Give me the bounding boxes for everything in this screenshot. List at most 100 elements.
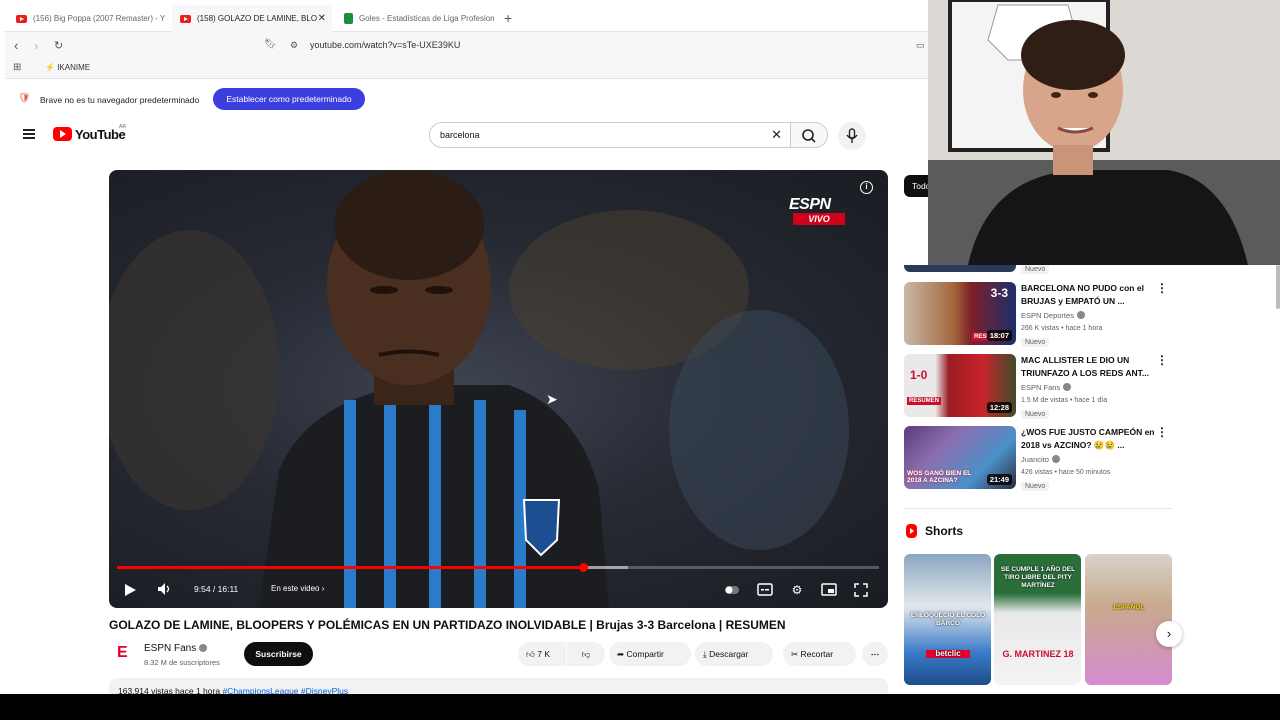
recommendation-title[interactable]: MAC ALLISTER LE DIO UN TRIUNFAZO A LOS R… [1021,354,1159,380]
verified-icon [199,644,208,652]
tab-golazo-de-lamine[interactable]: (158) GOLAZO DE LAMINE, BLO ✕ [172,5,332,32]
autoplay-toggle[interactable] [722,580,742,600]
menu-icon[interactable] [23,129,35,139]
channel-avatar[interactable] [109,640,137,668]
search-button[interactable] [790,122,828,148]
more-vertical-icon[interactable]: ⋮ [1156,426,1168,438]
subscribe-button[interactable]: Suscribirse [244,642,313,666]
settings-gear-icon[interactable]: ⚙︎ [787,580,807,600]
subtitles-icon[interactable] [755,580,775,600]
brave-lion-icon: 🛡︎ [18,93,31,104]
volume-icon[interactable] [157,582,171,596]
recommendation-channel: ESPN Deportes [1021,311,1085,320]
short-video[interactable]: ESPAÑOL [1085,554,1172,685]
clear-search-icon[interactable]: ✕ [771,127,782,143]
download-icon: ⤓ [703,649,707,659]
video-player[interactable]: ESPN VIVO i ➤ 9:54 / 16:11 En este video… [109,170,888,608]
youtube-icon [16,14,27,23]
scrollbar[interactable] [1276,265,1280,309]
recommendation-item[interactable]: WOS GANÓ BIEN EL 2018 A AZCINA? 21:49 ¿W… [904,426,1174,492]
search-input[interactable]: barcelona ✕ [429,122,791,148]
share-button[interactable]: ➦ Compartir [609,642,691,666]
short-video[interactable]: SE CUMPLE 1 AÑO DEL TIRO LIBRE DEL PITY … [994,554,1081,685]
like-count: 7 K [537,649,551,659]
channel-label: ESPN Fans [1021,383,1061,392]
bookmark-label: IKANIME [57,63,91,72]
back-icon[interactable]: ‹ [14,38,18,53]
new-badge: Nuevo [1021,338,1050,347]
forward-icon[interactable]: › [34,38,38,53]
chevron-right-icon[interactable]: › [1156,621,1182,647]
bookmark-ikanime[interactable]: ⚡ IKANIME [45,63,90,72]
live-label: VIVO [793,213,845,225]
short-caption: ENLOQUECIÓ EL COLO BARCO [910,612,986,627]
clip-button[interactable]: ✂ Recortar [783,642,856,666]
reload-icon[interactable]: ↻ [54,39,63,52]
browser-tab-strip: (156) Big Poppa (2007 Remaster) - Y (158… [0,5,930,32]
short-caption: SE CUMPLE 1 AÑO DEL TIRO LIBRE DEL PITY … [1000,566,1076,589]
tab-big-poppa[interactable]: (156) Big Poppa (2007 Remaster) - Y [8,5,168,32]
progress-bar[interactable] [117,563,879,572]
microphone-icon [846,128,858,143]
url-field[interactable]: youtube.com/watch?v=sTe-UXE39KU [310,40,460,50]
thumbs-up-icon: 👍︎ [526,649,535,659]
left-edge [0,0,5,694]
like-button[interactable]: 👍︎ 7 K [518,642,566,666]
more-vertical-icon[interactable]: ⋮ [1156,354,1168,366]
verified-icon [1063,383,1072,391]
more-horizontal-icon: ⋯ [870,649,880,659]
short-caption: ESPAÑOL [1113,604,1145,611]
recommendation-title[interactable]: BARCELONA NO PUDO con el BRUJAS y EMPATÓ… [1021,282,1159,308]
channel-name[interactable]: ESPN Fans [144,643,208,654]
time-total: 16:11 [217,584,239,594]
short-video[interactable]: ENLOQUECIÓ EL COLO BARCO betclic [904,554,991,685]
video-thumbnail[interactable]: 3-3 RESUMEN 18:07 [904,282,1016,345]
video-thumbnail[interactable]: 1-0 RESUMEN 12:28 [904,354,1016,417]
verified-icon [1076,311,1085,319]
tab-goles-estadisticas[interactable]: Goles - Estadísticas de Liga Profesion [336,5,496,32]
shorts-icon [906,524,917,538]
more-vertical-icon[interactable]: ⋮ [1156,282,1168,294]
miniplayer-icon[interactable] [819,580,839,600]
info-icon[interactable]: i [860,181,873,194]
site-settings-icon[interactable]: ⚙︎ [290,40,298,51]
apps-grid-icon[interactable]: ⊞ [13,62,21,73]
partial-thumbnail[interactable] [904,265,1016,272]
player-controls: 9:54 / 16:11 En este video › ⚙︎ [109,574,888,608]
new-tab-icon[interactable]: + [504,10,512,26]
video-title: GOLAZO DE LAMINE, BLOOPERS Y POLÉMICAS E… [109,618,786,632]
time-current: 9:54 [194,584,211,594]
duration: 18:07 [986,330,1012,341]
search-icon [802,129,816,143]
set-default-button[interactable]: Establecer como predeterminado [213,88,365,110]
video-thumbnail[interactable]: WOS GANÓ BIEN EL 2018 A AZCINA? 21:49 [904,426,1016,489]
country-code: AR [119,124,126,130]
thumbs-down-icon: 👎︎ [581,649,591,659]
youtube-logo-text[interactable]: YouTube [75,127,126,142]
thumbnail-text: WOS GANÓ BIEN EL 2018 A AZCINA? [907,470,972,484]
tab-title: Goles - Estadísticas de Liga Profesion [359,14,495,23]
duration: 12:28 [986,402,1012,413]
progress-scrubber[interactable] [578,563,588,572]
webcam-person [928,0,1280,265]
extension-icon[interactable]: ▭ [916,40,925,51]
short-brand: G. MARTINEZ 18 [1002,649,1074,659]
voice-search-button[interactable] [838,122,866,150]
more-actions-button[interactable]: ⋯ [862,642,888,666]
dislike-button[interactable]: 👎︎ [567,642,605,666]
bookmarks-bar: ⊞ ⚡ IKANIME [0,59,930,79]
bookmark-icon[interactable]: 🔖︎ [264,39,277,50]
progress-played [117,566,584,569]
scissors-icon: ✂ [791,649,799,659]
chapter-button[interactable]: En este video › [271,584,324,593]
youtube-logo-icon[interactable] [53,127,72,141]
recommendation-item[interactable]: 1-0 RESUMEN 12:28 MAC ALLISTER LE DIO UN… [904,354,1174,420]
recommendation-item[interactable]: 3-3 RESUMEN 18:07 BARCELONA NO PUDO con … [904,282,1174,348]
download-button[interactable]: ⤓ Descargar [695,642,773,666]
fullscreen-icon[interactable] [851,580,871,600]
recommendation-channel: Juancito [1021,455,1060,464]
recommendation-title[interactable]: ¿WOS FUE JUSTO CAMPEÓN en 2018 vs AZCINO… [1021,426,1159,452]
close-tab-icon[interactable]: ✕ [318,13,326,24]
play-icon[interactable] [125,584,136,596]
address-bar: ‹ › ↻ 🔖︎ ⚙︎ youtube.com/watch?v=sTe-UXE3… [0,32,930,59]
